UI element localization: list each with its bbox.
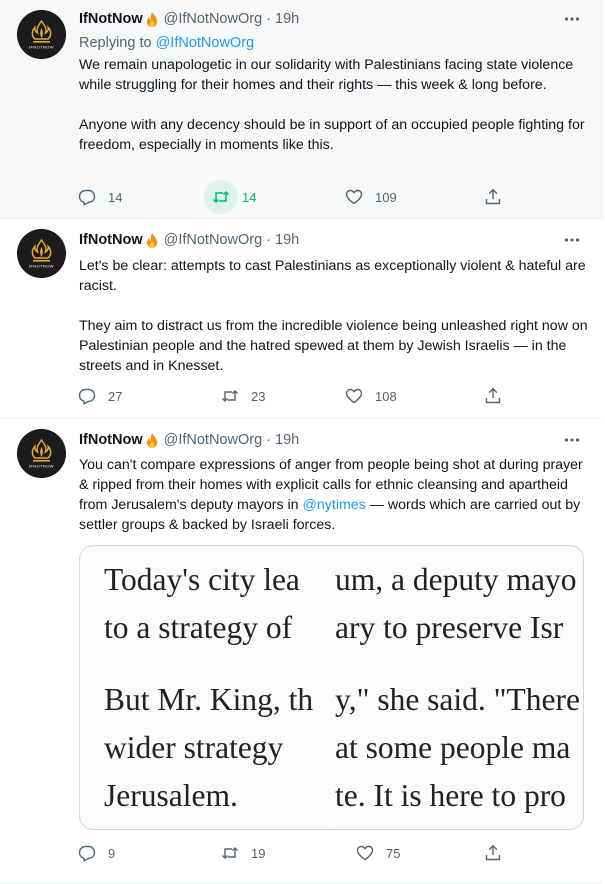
reply-icon <box>70 379 104 413</box>
fire-icon <box>144 232 160 249</box>
tweet-text: You can't compare expressions of anger f… <box>79 455 589 535</box>
tweet[interactable]: IFNOTNOW IfNotNow @IfNotNowOrg · 19h You… <box>0 419 603 884</box>
svg-text:IFNOTNOW: IFNOTNOW <box>29 464 54 469</box>
reply-icon <box>70 836 104 870</box>
heart-icon <box>337 379 371 413</box>
ifnotnow-logo: IFNOTNOW <box>17 229 66 278</box>
reply-count: 27 <box>108 388 123 404</box>
avatar[interactable]: IFNOTNOW <box>17 429 66 478</box>
reply-button[interactable]: 14 <box>78 180 122 214</box>
reply-count: 9 <box>108 845 116 861</box>
image-left-half: Today's city lea to a strategy of But Mr… <box>80 546 329 829</box>
image-text-line: Jerusalem. <box>104 778 238 813</box>
retweet-count: 23 <box>251 388 266 404</box>
more-options-icon[interactable] <box>563 10 581 28</box>
like-button[interactable]: 108 <box>345 379 397 413</box>
tweet-paragraph: We remain unapologetic in our solidarity… <box>79 57 574 93</box>
share-button[interactable] <box>484 836 510 870</box>
retweet-count: 14 <box>242 189 257 205</box>
retweet-icon <box>213 836 247 870</box>
retweet-button[interactable]: 19 <box>221 836 265 870</box>
share-button[interactable] <box>484 180 510 214</box>
heart-icon <box>348 836 382 870</box>
image-text-line: um, a deputy mayo <box>335 562 577 597</box>
tweet-image[interactable]: Today's city lea to a strategy of But Mr… <box>79 545 584 830</box>
more-options-icon[interactable] <box>563 231 581 249</box>
retweet-button[interactable]: 14 <box>204 180 257 214</box>
author-handle[interactable]: @IfNotNowOrg <box>164 11 263 27</box>
svg-text:IFNOTNOW: IFNOTNOW <box>29 45 54 50</box>
replying-to-label: Replying to <box>79 35 152 51</box>
author-name[interactable]: IfNotNow <box>79 232 143 248</box>
separator-dot: · <box>266 232 271 248</box>
image-text-line: wider strategy <box>104 730 284 765</box>
tweet-text: We remain unapologetic in our solidarity… <box>79 55 589 155</box>
tweet[interactable]: IFNOTNOW IfNotNow @IfNotNowOrg · 19h Let… <box>0 219 603 419</box>
share-icon <box>476 836 510 870</box>
tweet-paragraph: You can't compare expressions of anger f… <box>79 455 589 535</box>
svg-text:IFNOTNOW: IFNOTNOW <box>29 264 54 269</box>
author-name[interactable]: IfNotNow <box>79 432 143 448</box>
replying-to: Replying to @IfNotNowOrg <box>79 35 254 51</box>
reply-button[interactable]: 27 <box>78 379 122 413</box>
retweet-button[interactable]: 23 <box>221 379 265 413</box>
like-count: 108 <box>375 388 397 404</box>
share-icon <box>476 180 510 214</box>
author-handle[interactable]: @IfNotNowOrg <box>164 432 263 448</box>
replying-to-mention[interactable]: @IfNotNowOrg <box>156 35 255 51</box>
like-button[interactable]: 75 <box>356 836 400 870</box>
ifnotnow-logo: IFNOTNOW <box>17 10 66 59</box>
share-icon <box>476 379 510 413</box>
author-name[interactable]: IfNotNow <box>79 11 143 27</box>
tweet-text: Let's be clear: attempts to cast Palesti… <box>79 256 589 376</box>
timestamp[interactable]: 19h <box>275 11 299 27</box>
image-text-line: to a strategy of <box>104 610 293 645</box>
image-right-half: um, a deputy mayo ary to preserve Isr y,… <box>330 546 583 829</box>
author-handle[interactable]: @IfNotNowOrg <box>164 232 263 248</box>
retweet-count: 19 <box>251 845 266 861</box>
image-text-line: Today's city lea <box>104 562 300 597</box>
tweet-paragraph: Anyone with any decency should be in sup… <box>79 117 585 153</box>
fire-icon <box>144 11 160 28</box>
separator-dot: · <box>266 432 271 448</box>
retweet-icon <box>213 379 247 413</box>
image-text-line: ary to preserve Isr <box>335 610 564 645</box>
tweet-actions: 27 23 108 <box>78 379 518 413</box>
like-button[interactable]: 109 <box>345 180 397 214</box>
tweet-paragraph: They aim to distract us from the incredi… <box>79 318 588 374</box>
tweet-header: IfNotNow @IfNotNowOrg · 19h <box>79 430 299 450</box>
mention-link[interactable]: @nytimes <box>302 497 365 513</box>
like-count: 109 <box>375 189 397 205</box>
timestamp[interactable]: 19h <box>275 232 299 248</box>
tweet-paragraph: Let's be clear: attempts to cast Palesti… <box>79 258 586 294</box>
tweet-header: IfNotNow @IfNotNowOrg · 19h <box>79 230 299 250</box>
heart-icon <box>337 180 371 214</box>
tweet-actions: 9 19 75 <box>78 836 518 870</box>
image-text-line: y," she said. "There <box>335 682 580 717</box>
tweet-header: IfNotNow @IfNotNowOrg · 19h <box>79 9 299 29</box>
reply-icon <box>70 180 104 214</box>
reply-button[interactable]: 9 <box>78 836 115 870</box>
tweet[interactable]: IFNOTNOW IfNotNow @IfNotNowOrg · 19h Rep… <box>0 0 603 219</box>
avatar[interactable]: IFNOTNOW <box>17 10 66 59</box>
share-button[interactable] <box>484 379 510 413</box>
image-text-line: But Mr. King, th <box>104 682 314 717</box>
retweet-icon <box>204 180 238 214</box>
avatar[interactable]: IFNOTNOW <box>17 229 66 278</box>
reply-count: 14 <box>108 189 123 205</box>
separator-dot: · <box>266 11 271 27</box>
fire-icon <box>144 432 160 449</box>
timestamp[interactable]: 19h <box>275 432 299 448</box>
more-options-icon[interactable] <box>563 431 581 449</box>
image-text-line: te. It is here to pro <box>335 778 566 813</box>
tweet-actions: 14 14 109 <box>78 180 518 214</box>
like-count: 75 <box>386 845 401 861</box>
image-text-line: at some people ma <box>335 730 571 765</box>
ifnotnow-logo: IFNOTNOW <box>17 429 66 478</box>
